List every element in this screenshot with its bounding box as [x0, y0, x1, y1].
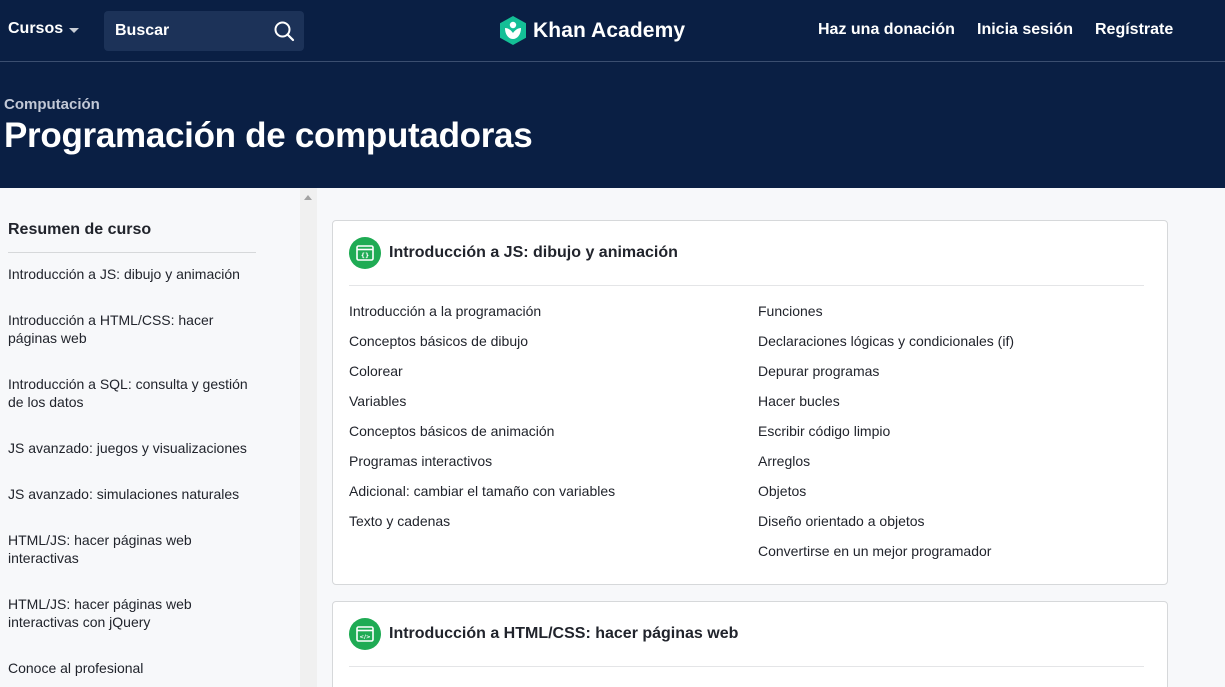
lesson-link[interactable]: Declaraciones lógicas y condicionales (i… [758, 333, 1014, 349]
search-input[interactable] [104, 11, 264, 51]
js-window-icon: {} [349, 237, 381, 269]
sidebar-item-intro-html-css[interactable]: Introducción a HTML/CSS: hacer páginas w… [8, 311, 256, 347]
course-summary-sidebar: Resumen de curso Introducción a JS: dibu… [0, 188, 300, 687]
course-header: Computación Programación de computadoras [0, 62, 1225, 188]
search-icon[interactable] [273, 20, 295, 42]
khan-logo-icon [500, 16, 526, 45]
lesson-link[interactable]: Conceptos básicos de dibujo [349, 333, 528, 349]
page-title: Programación de computadoras [4, 116, 533, 155]
unit-title[interactable]: Introducción a HTML/CSS: hacer páginas w… [389, 625, 738, 643]
lesson-link[interactable]: Programas interactivos [349, 453, 492, 469]
lesson-link[interactable]: Depurar programas [758, 363, 879, 379]
khan-academy-logo[interactable]: Khan Academy [500, 16, 685, 45]
search-box [104, 11, 304, 51]
divider [8, 252, 256, 253]
lesson-link[interactable]: Texto y cadenas [349, 513, 450, 529]
unit-card: </> Introducción a HTML/CSS: hacer págin… [332, 601, 1168, 687]
top-nav: Cursos Khan Academy Haz una donación Ini… [0, 0, 1225, 62]
lesson-link[interactable]: Convertirse en un mejor programador [758, 543, 991, 559]
lesson-link[interactable]: Conceptos básicos de animación [349, 423, 554, 439]
lesson-link[interactable]: Diseño orientado a objetos [758, 513, 925, 529]
unit-card: {} Introducción a JS: dibujo y animación… [332, 220, 1168, 585]
donate-link[interactable]: Haz una donación [818, 21, 955, 39]
sidebar-item-html-js-interactive[interactable]: HTML/JS: hacer páginas web interactivas [8, 531, 256, 567]
lesson-link[interactable]: Escribir código limpio [758, 423, 890, 439]
svg-text:{}: {} [361, 253, 370, 260]
lesson-link[interactable]: Objetos [758, 483, 806, 499]
html-window-icon: </> [349, 618, 381, 650]
scroll-up-arrow-icon[interactable] [304, 195, 312, 200]
courses-menu-button[interactable]: Cursos [8, 20, 80, 38]
sidebar-item-meet-professional[interactable]: Conoce al profesional [8, 659, 256, 677]
courses-label: Cursos [8, 20, 64, 37]
chevron-down-icon [69, 27, 80, 33]
divider [349, 666, 1144, 667]
lesson-link[interactable]: Funciones [758, 303, 823, 319]
login-link[interactable]: Inicia sesión [977, 21, 1073, 39]
breadcrumb[interactable]: Computación [4, 96, 100, 113]
lesson-link[interactable]: Variables [349, 393, 406, 409]
signup-link[interactable]: Regístrate [1095, 21, 1173, 39]
sidebar-scrollbar[interactable] [300, 188, 317, 687]
divider [349, 285, 1144, 286]
lesson-link[interactable]: Arreglos [758, 453, 810, 469]
lesson-link[interactable]: Introducción a la programación [349, 303, 541, 319]
sidebar-item-html-js-jquery[interactable]: HTML/JS: hacer páginas web interactivas … [8, 595, 256, 631]
sidebar-item-advanced-js-simulations[interactable]: JS avanzado: simulaciones naturales [8, 485, 256, 503]
sidebar-item-intro-sql[interactable]: Introducción a SQL: consulta y gestión d… [8, 375, 256, 411]
lesson-link[interactable]: Colorear [349, 363, 403, 379]
svg-text:</>: </> [359, 635, 371, 641]
logo-text: Khan Academy [533, 18, 686, 42]
sidebar-item-advanced-js-games[interactable]: JS avanzado: juegos y visualizaciones [8, 439, 256, 457]
lesson-link[interactable]: Hacer bucles [758, 393, 840, 409]
lesson-link[interactable]: Adicional: cambiar el tamaño con variabl… [349, 483, 615, 499]
sidebar-item-intro-js[interactable]: Introducción a JS: dibujo y animación [8, 265, 256, 283]
unit-title[interactable]: Introducción a JS: dibujo y animación [389, 244, 678, 262]
sidebar-title: Resumen de curso [8, 221, 152, 238]
